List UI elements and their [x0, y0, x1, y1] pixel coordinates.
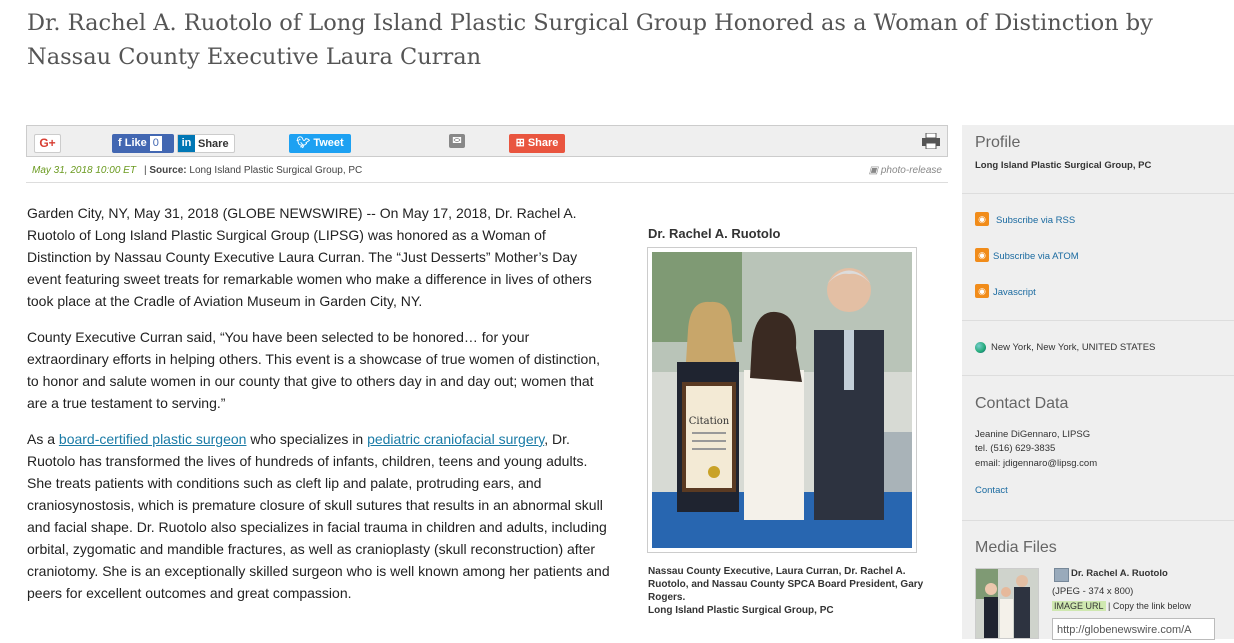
media-title[interactable]: Dr. Rachel A. Ruotolo: [1071, 568, 1168, 579]
twitter-bird-icon: 🐦︎: [296, 137, 314, 149]
contact-tel: tel. (516) 629-3835: [975, 443, 1056, 454]
source-line: | Source: Long Island Plastic Surgical G…: [144, 165, 363, 176]
sidebar: Profile Long Island Plastic Surgical Gro…: [962, 125, 1234, 640]
contact-name: Jeanine DiGennaro, LIPSG: [975, 429, 1091, 440]
text-run: As a: [27, 431, 59, 447]
tweet-label: Tweet: [313, 137, 344, 149]
article-paragraph: Garden City, NY, May 31, 2018 (GLOBE NEW…: [27, 205, 592, 309]
media-files-heading: Media Files: [975, 539, 1057, 556]
like-label: Like: [124, 137, 147, 149]
publish-date: May 31, 2018 10:00 ET: [32, 165, 136, 176]
image-url-field[interactable]: http://globenewswire.com/A: [1052, 618, 1215, 640]
profile-heading: Profile: [975, 134, 1021, 151]
plastic-surgeon-link[interactable]: board-certified plastic surgeon: [59, 431, 247, 447]
rss-icon: ◉: [975, 212, 989, 226]
divider: [962, 193, 1234, 194]
image-url-row: IMAGE URL | Copy the link below: [1052, 601, 1191, 611]
share-toolbar: G+ f Like 0 in Share 🐦︎ Tweet ✉ ⊞ Share: [26, 125, 948, 157]
article-paragraph: County Executive Curran said, “You have …: [27, 329, 601, 411]
divider: [962, 375, 1234, 376]
google-plus-button[interactable]: G+: [34, 134, 61, 153]
contact-heading: Contact Data: [975, 395, 1069, 412]
atom-icon: ◉: [975, 248, 989, 262]
divider: [962, 520, 1234, 521]
citation-frame: Citation: [682, 382, 736, 492]
linkedin-share-label: Share: [198, 138, 229, 150]
figure-title: Dr. Rachel A. Ruotolo: [648, 226, 781, 241]
profile-name: Long Island Plastic Surgical Group, PC: [975, 160, 1152, 171]
subscribe-rss-link[interactable]: Subscribe via RSS: [996, 215, 1075, 226]
email-icon[interactable]: ✉: [449, 134, 465, 148]
text-run: who specializes in: [246, 431, 368, 447]
tweet-button[interactable]: 🐦︎ Tweet: [289, 134, 351, 153]
caption-source: Long Island Plastic Surgical Group, PC: [648, 605, 834, 616]
linkedin-icon: in: [178, 135, 195, 152]
javascript-link[interactable]: Javascript: [993, 287, 1036, 298]
photo-release-label: ▣ photo-release: [869, 160, 942, 182]
media-info: (JPEG - 374 x 800): [1052, 586, 1134, 597]
craniofacial-surgery-link[interactable]: pediatric craniofacial surgery: [367, 431, 544, 447]
share-label: Share: [527, 137, 559, 149]
source-name: Long Island Plastic Surgical Group, PC: [189, 165, 363, 176]
text-run: , Dr. Ruotolo has transformed the lives …: [27, 431, 610, 601]
globe-icon: [975, 342, 986, 353]
subscribe-atom-link[interactable]: Subscribe via ATOM: [993, 251, 1079, 262]
contact-email: email: jdigennaro@lipsg.com: [975, 458, 1098, 469]
javascript-feed-icon: ◉: [975, 284, 989, 298]
press-photo[interactable]: Citation: [647, 247, 917, 553]
caption-text: Nassau County Executive, Laura Curran, D…: [648, 566, 924, 603]
image-file-icon: [1054, 568, 1069, 582]
divider: [962, 320, 1234, 321]
like-count: 0: [149, 136, 162, 151]
article-meta: May 31, 2018 10:00 ET | Source: Long Isl…: [26, 160, 948, 183]
plus-icon: ⊞: [515, 137, 528, 149]
image-url-tag: IMAGE URL: [1052, 601, 1106, 611]
linkedin-share-button[interactable]: in Share: [177, 134, 235, 153]
photo-caption: Nassau County Executive, Laura Curran, D…: [648, 565, 938, 617]
article-body: Garden City, NY, May 31, 2018 (GLOBE NEW…: [27, 202, 611, 618]
article-paragraph: As a board-certified plastic surgeon who…: [27, 428, 611, 604]
page-title: Dr. Rachel A. Ruotolo of Long Island Pla…: [27, 10, 1153, 70]
location-text: New York, New York, UNITED STATES: [991, 342, 1156, 353]
contact-link[interactable]: Contact: [975, 485, 1008, 496]
facebook-icon: f: [118, 137, 125, 149]
photo-release-icon: ▣: [868, 165, 881, 176]
source-label: Source:: [149, 165, 187, 176]
facebook-like-button[interactable]: f Like 0: [112, 134, 174, 153]
image-url-hint: | Copy the link below: [1105, 601, 1191, 611]
share-button[interactable]: ⊞ Share: [509, 134, 565, 153]
media-thumbnail[interactable]: [975, 568, 1039, 639]
print-icon[interactable]: [922, 132, 940, 150]
citation-text: Citation: [689, 416, 730, 427]
photo-release-text: photo-release: [880, 165, 942, 176]
